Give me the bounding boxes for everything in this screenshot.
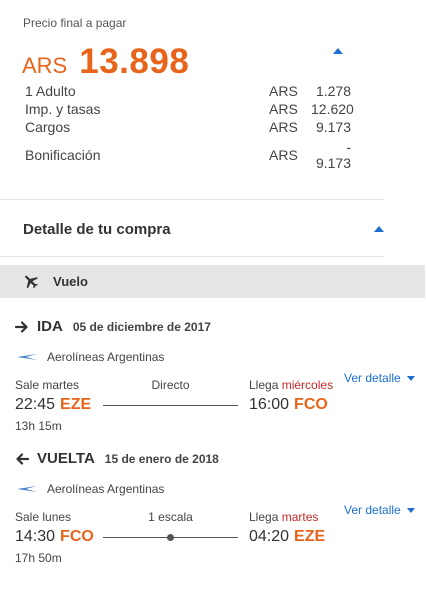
breakdown-amount: - 9.173 — [315, 139, 351, 171]
arrive-time: 04:20 — [249, 528, 290, 545]
arrive-label-row: Llega martes — [249, 510, 318, 524]
leg-direction-row: VUELTA 15 de enero de 2018 — [15, 450, 219, 467]
view-details-label: Ver detalle — [344, 503, 401, 517]
breakdown-row: Cargos ARS 9.173 — [25, 118, 351, 136]
airline-name: Aerolíneas Argentinas — [47, 482, 165, 496]
breakdown-label: Cargos — [25, 119, 71, 135]
depart-time: 22:45 — [15, 396, 56, 413]
price-total: ARS 13.898 — [22, 42, 189, 82]
breakdown-amount: 9.173 — [315, 119, 351, 135]
airline-row: Aerolíneas Argentinas — [17, 482, 164, 496]
airline-logo-icon — [17, 354, 37, 360]
breakdown-currency: ARS — [269, 83, 298, 99]
route-line — [103, 405, 238, 406]
airline-logo-icon — [17, 486, 37, 492]
arrive-time-row: 04:20 EZE — [249, 528, 325, 546]
breakdown-label: Bonificación — [25, 147, 101, 163]
caret-up-icon[interactable] — [333, 48, 343, 54]
breakdown-currency: ARS — [269, 101, 298, 117]
flight-leg-return: VUELTA 15 de enero de 2018 Aerolíneas Ar… — [0, 450, 426, 580]
arrow-left-icon — [16, 452, 29, 465]
depart-airport-code: FCO — [60, 528, 94, 545]
arrow-right-icon — [15, 320, 28, 333]
total-currency: ARS — [22, 53, 68, 78]
caret-up-icon[interactable] — [374, 226, 384, 232]
breakdown-amount: 12.620 — [311, 101, 354, 117]
plane-icon — [25, 275, 38, 289]
depart-label: Sale lunes — [15, 510, 72, 524]
depart-label: Sale martes — [15, 378, 80, 392]
arrive-label: Llega — [249, 378, 279, 392]
leg-date: 15 de enero de 2018 — [104, 451, 219, 466]
arrive-day: miércoles — [281, 378, 334, 392]
arrive-label-row: Llega miércoles — [249, 378, 333, 392]
purchase-detail-title: Detalle de tu compra — [23, 221, 171, 238]
depart-time: 14:30 — [15, 528, 56, 545]
price-summary: Precio final a pagar ARS 13.898 1 Adulto… — [0, 0, 384, 200]
flight-duration: 13h 15m — [15, 419, 62, 433]
breakdown-amount: 1.278 — [315, 83, 351, 99]
arrive-airport-code: EZE — [294, 528, 326, 545]
purchase-detail-toggle[interactable]: Detalle de tu compra — [0, 200, 384, 257]
breakdown-currency: ARS — [269, 147, 298, 163]
breakdown-label: 1 Adulto — [25, 83, 76, 99]
price-label: Precio final a pagar — [23, 16, 127, 30]
depart-time-row: 14:30 FCO — [15, 528, 94, 546]
layover-dot — [167, 534, 174, 541]
stops-label: Directo — [151, 378, 190, 392]
breakdown-currency: ARS — [269, 119, 298, 135]
view-details-link[interactable]: Ver detalle — [344, 371, 415, 385]
arrive-airport-code: FCO — [294, 396, 328, 413]
arrive-time-row: 16:00 FCO — [249, 396, 328, 414]
flight-leg-outbound: IDA 05 de diciembre de 2017 Aerolíneas A… — [0, 318, 426, 448]
flight-section-header: Vuelo — [0, 265, 425, 298]
route-line — [103, 534, 238, 541]
caret-down-icon — [406, 507, 415, 513]
breakdown-row: Bonificación ARS - 9.173 — [25, 139, 351, 171]
leg-direction-row: IDA 05 de diciembre de 2017 — [15, 318, 211, 335]
arrive-label: Llega — [249, 510, 279, 524]
caret-down-icon — [406, 375, 415, 381]
stops-label: 1 escala — [148, 510, 193, 524]
arrive-time: 16:00 — [249, 396, 290, 413]
leg-direction: VUELTA — [37, 450, 95, 467]
total-amount: 13.898 — [79, 42, 190, 81]
breakdown-label: Imp. y tasas — [25, 101, 101, 117]
airline-row: Aerolíneas Argentinas — [17, 350, 164, 364]
breakdown-row: Imp. y tasas ARS 12.620 — [25, 100, 354, 118]
airline-name: Aerolíneas Argentinas — [47, 350, 165, 364]
breakdown-row: 1 Adulto ARS 1.278 — [25, 82, 351, 100]
flight-duration: 17h 50m — [15, 551, 62, 565]
view-details-label: Ver detalle — [344, 371, 401, 385]
leg-date: 05 de diciembre de 2017 — [72, 319, 211, 334]
flight-section-label: Vuelo — [53, 274, 88, 289]
view-details-link[interactable]: Ver detalle — [344, 503, 415, 517]
leg-direction: IDA — [37, 318, 63, 335]
depart-time-row: 22:45 EZE — [15, 396, 91, 414]
depart-airport-code: EZE — [60, 396, 92, 413]
arrive-day: martes — [281, 510, 319, 524]
